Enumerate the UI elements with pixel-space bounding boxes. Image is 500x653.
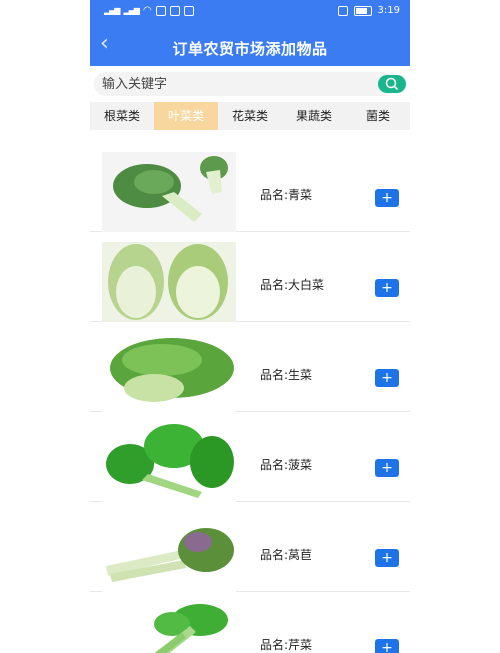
- category-tabs: 根菜类 叶菜类 花菜类 果蔬类 菌类: [90, 102, 410, 130]
- app-notification-icon: [155, 5, 166, 16]
- tab-mushrooms[interactable]: 菌类: [346, 102, 410, 130]
- search-icon: [385, 77, 399, 91]
- search-bar: [90, 66, 410, 102]
- add-button[interactable]: +: [375, 369, 399, 387]
- status-bar: ▂▄▆ ▂▄▆ ◠ 3:19: [90, 0, 410, 24]
- product-image-spinach: [102, 422, 236, 502]
- tab-leafy-vegetables[interactable]: 叶菜类: [154, 102, 218, 130]
- status-right: 3:19: [337, 5, 400, 16]
- add-button[interactable]: +: [375, 279, 399, 297]
- add-button[interactable]: +: [375, 549, 399, 567]
- shield-icon: [169, 5, 180, 16]
- list-item: 品名:芹菜 +: [90, 592, 410, 653]
- list-item: 品名:生菜 +: [90, 322, 410, 412]
- nav-bar: ‹ 订单农贸市场添加物品: [90, 28, 410, 66]
- add-button[interactable]: +: [375, 459, 399, 477]
- product-name: 品名:生菜: [260, 368, 313, 382]
- app-screen: ▂▄▆ ▂▄▆ ◠ 3:19 ‹ 订单农贸市场添加物品 输入关键字 根菜类 叶菜…: [90, 0, 410, 653]
- list-item: 品名:莴苣 +: [90, 502, 410, 592]
- add-button[interactable]: +: [375, 639, 399, 653]
- tab-root-vegetables[interactable]: 根菜类: [90, 102, 154, 130]
- search-input[interactable]: [94, 72, 396, 96]
- search-notification-icon: [183, 5, 194, 16]
- tab-fruit-vegetables[interactable]: 果蔬类: [282, 102, 346, 130]
- signal-icon-2: ▂▄▆: [123, 6, 140, 15]
- search-button[interactable]: [378, 75, 406, 93]
- list-item: 品名:菠菜 +: [90, 412, 410, 502]
- product-name: 品名:莴苣: [260, 548, 313, 562]
- wifi-icon: ◠: [142, 5, 152, 16]
- page-title: 订单农贸市场添加物品: [172, 40, 328, 58]
- list-item: 品名:青菜 +: [90, 142, 410, 232]
- status-left: ▂▄▆ ▂▄▆ ◠: [104, 5, 194, 16]
- product-image-lettuce-stem: [102, 512, 236, 592]
- product-name: 品名:青菜: [260, 188, 313, 202]
- signal-icon: ▂▄▆: [104, 6, 121, 15]
- product-name: 品名:芹菜: [260, 638, 313, 652]
- product-name: 品名:大白菜: [260, 278, 325, 292]
- product-image-bok-choy: [102, 152, 236, 232]
- product-image-napa-cabbage: [102, 242, 236, 322]
- list-item: 品名:大白菜 +: [90, 232, 410, 322]
- product-list: 品名:青菜 + 品名:大白菜 + 品名:生菜 + 品名:菠菜 + 品名:莴苣 +…: [90, 142, 410, 653]
- tab-flower-vegetables[interactable]: 花菜类: [218, 102, 282, 130]
- status-time: 3:19: [377, 5, 400, 16]
- battery-icon: [353, 5, 372, 16]
- product-name: 品名:菠菜: [260, 458, 313, 472]
- app-header: ▂▄▆ ▂▄▆ ◠ 3:19 ‹ 订单农贸市场添加物品: [90, 0, 410, 66]
- product-image-lettuce: [102, 332, 236, 412]
- add-button[interactable]: +: [375, 189, 399, 207]
- product-image-celery: [102, 602, 236, 653]
- nfc-icon: [337, 5, 348, 16]
